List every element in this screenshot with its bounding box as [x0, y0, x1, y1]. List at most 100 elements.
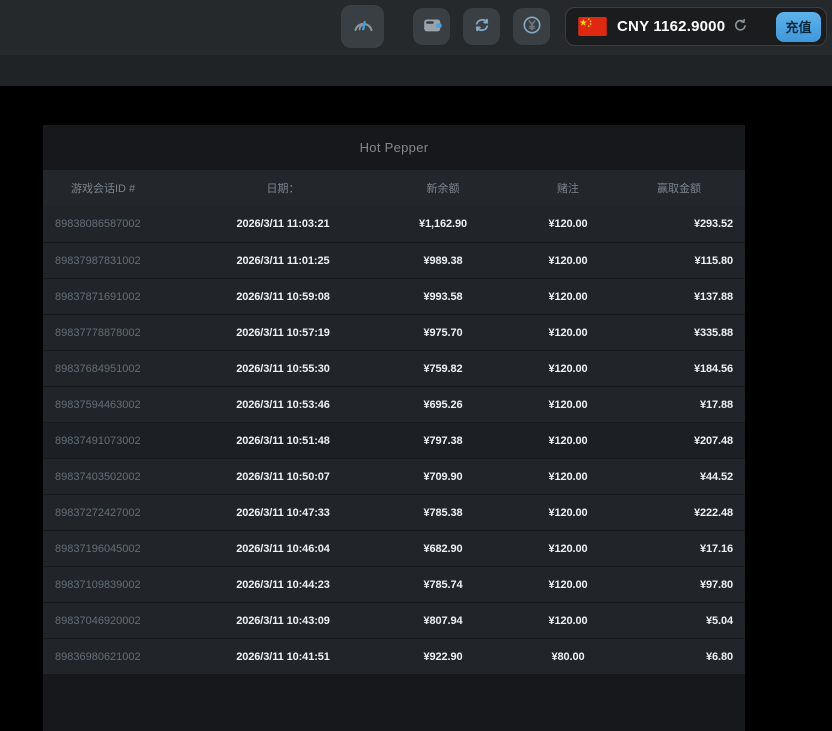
cell-balance: ¥1,162.90 [363, 218, 523, 230]
cell-bet: ¥120.00 [523, 615, 613, 627]
table-row[interactable]: 898369806210022026/3/11 10:41:51¥922.90¥… [43, 638, 745, 674]
currency-selector[interactable]: CNY 1162.9000 充值 [565, 7, 827, 46]
cell-id: 89837109839002 [43, 579, 203, 591]
table-row[interactable]: 898374035020022026/3/11 10:50:07¥709.90¥… [43, 458, 745, 494]
cell-balance: ¥807.94 [363, 615, 523, 627]
cell-bet: ¥120.00 [523, 255, 613, 267]
wallet-icon [421, 14, 443, 39]
cell-win: ¥17.16 [613, 543, 745, 555]
cell-date: 2026/3/11 10:41:51 [203, 651, 363, 663]
cell-date: 2026/3/11 10:59:08 [203, 291, 363, 303]
column-header-balance: 新余额 [363, 180, 523, 196]
cell-win: ¥17.88 [613, 399, 745, 411]
table-row[interactable]: 898380865870022026/3/11 11:03:21¥1,162.9… [43, 206, 745, 242]
cell-bet: ¥120.00 [523, 327, 613, 339]
cell-id: 89837594463002 [43, 399, 203, 411]
table-body: 898380865870022026/3/11 11:03:21¥1,162.9… [43, 206, 745, 674]
table-header-row: 游戏会话ID # 日期： 新余额 赌注 赢取金额 [43, 170, 745, 206]
cell-date: 2026/3/11 10:47:33 [203, 507, 363, 519]
column-header-date: 日期： [203, 180, 363, 196]
china-flag-icon [578, 17, 607, 36]
cell-win: ¥293.52 [613, 218, 745, 230]
cell-balance: ¥989.38 [363, 255, 523, 267]
cell-win: ¥97.80 [613, 579, 745, 591]
cell-bet: ¥120.00 [523, 471, 613, 483]
table-row[interactable]: 898379878310022026/3/11 11:01:25¥989.38¥… [43, 242, 745, 278]
cell-win: ¥207.48 [613, 435, 745, 447]
cell-balance: ¥993.58 [363, 291, 523, 303]
recharge-button[interactable]: 充值 [776, 12, 821, 42]
cell-date: 2026/3/11 10:50:07 [203, 471, 363, 483]
cell-balance: ¥709.90 [363, 471, 523, 483]
game-title: Hot Pepper [43, 125, 745, 170]
refresh-balance-button[interactable] [732, 17, 749, 37]
sync-icon [471, 14, 493, 39]
cell-balance: ¥785.74 [363, 579, 523, 591]
balance-amount: CNY 1162.9000 [617, 18, 725, 35]
cell-win: ¥5.04 [613, 615, 745, 627]
cell-date: 2026/3/11 10:55:30 [203, 363, 363, 375]
cell-balance: ¥922.90 [363, 651, 523, 663]
cell-id: 89837491073002 [43, 435, 203, 447]
cell-bet: ¥120.00 [523, 218, 613, 230]
table-row[interactable]: 898370469200022026/3/11 10:43:09¥807.94¥… [43, 602, 745, 638]
gauge-button[interactable] [341, 5, 384, 48]
cell-id: 89837871691002 [43, 291, 203, 303]
cell-date: 2026/3/11 10:57:19 [203, 327, 363, 339]
sync-button[interactable] [463, 8, 500, 45]
table-row[interactable]: 898377788780022026/3/11 10:57:19¥975.70¥… [43, 314, 745, 350]
table-row[interactable]: 898371098390022026/3/11 10:44:23¥785.74¥… [43, 566, 745, 602]
cell-win: ¥44.52 [613, 471, 745, 483]
cell-balance: ¥695.26 [363, 399, 523, 411]
game-history-card: Hot Pepper 游戏会话ID # 日期： 新余额 赌注 赢取金额 8983… [43, 125, 745, 731]
gauge-icon [351, 13, 375, 40]
cell-balance: ¥785.38 [363, 507, 523, 519]
cell-win: ¥6.80 [613, 651, 745, 663]
cell-bet: ¥120.00 [523, 363, 613, 375]
cell-bet: ¥120.00 [523, 435, 613, 447]
cell-date: 2026/3/11 10:44:23 [203, 579, 363, 591]
cell-id: 89837046920002 [43, 615, 203, 627]
cell-balance: ¥682.90 [363, 543, 523, 555]
currency-exchange-button[interactable] [513, 8, 550, 45]
cell-id: 89837403502002 [43, 471, 203, 483]
cell-date: 2026/3/11 10:43:09 [203, 615, 363, 627]
cell-id: 89837684951002 [43, 363, 203, 375]
column-header-bet: 赌注 [523, 180, 613, 196]
cell-bet: ¥120.00 [523, 543, 613, 555]
cell-date: 2026/3/11 11:01:25 [203, 255, 363, 267]
cell-date: 2026/3/11 11:03:21 [203, 218, 363, 230]
cell-balance: ¥975.70 [363, 327, 523, 339]
cell-win: ¥137.88 [613, 291, 745, 303]
cell-date: 2026/3/11 10:46:04 [203, 543, 363, 555]
cell-balance: ¥797.38 [363, 435, 523, 447]
table-row[interactable]: 898372724270022026/3/11 10:47:33¥785.38¥… [43, 494, 745, 530]
top-toolbar: CNY 1162.9000 充值 [0, 0, 832, 55]
table-row[interactable]: 898371960450022026/3/11 10:46:04¥682.90¥… [43, 530, 745, 566]
column-header-win: 赢取金额 [613, 180, 745, 196]
cell-bet: ¥120.00 [523, 579, 613, 591]
table-row[interactable]: 898376849510022026/3/11 10:55:30¥759.82¥… [43, 350, 745, 386]
table-row[interactable]: 898378716910022026/3/11 10:59:08¥993.58¥… [43, 278, 745, 314]
cell-id: 89837196045002 [43, 543, 203, 555]
wallet-button[interactable] [413, 8, 450, 45]
sub-header-bar [0, 55, 832, 86]
cell-balance: ¥759.82 [363, 363, 523, 375]
cell-bet: ¥120.00 [523, 399, 613, 411]
cell-bet: ¥120.00 [523, 507, 613, 519]
cell-win: ¥115.80 [613, 255, 745, 267]
table-row[interactable]: 898374910730022026/3/11 10:51:48¥797.38¥… [43, 422, 745, 458]
cell-id: 89838086587002 [43, 218, 203, 230]
column-header-session-id: 游戏会话ID # [43, 180, 203, 196]
cell-date: 2026/3/11 10:51:48 [203, 435, 363, 447]
cell-id: 89837272427002 [43, 507, 203, 519]
cell-win: ¥335.88 [613, 327, 745, 339]
cell-bet: ¥80.00 [523, 651, 613, 663]
cell-bet: ¥120.00 [523, 291, 613, 303]
cell-win: ¥222.48 [613, 507, 745, 519]
currency-exchange-icon [521, 14, 543, 39]
cell-id: 89837987831002 [43, 255, 203, 267]
table-row[interactable]: 898375944630022026/3/11 10:53:46¥695.26¥… [43, 386, 745, 422]
refresh-icon [732, 17, 749, 37]
cell-id: 89836980621002 [43, 651, 203, 663]
